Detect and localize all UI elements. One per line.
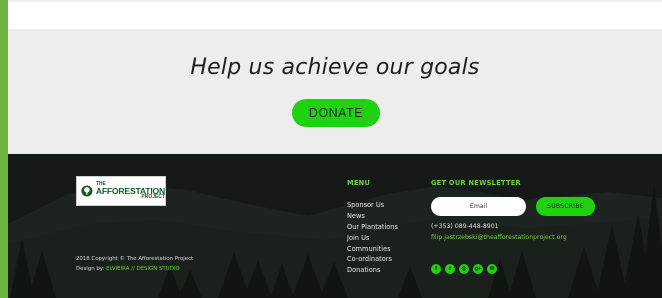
goals-section: Help us achieve our goals DONATE — [8, 29, 662, 154]
subscribe-button[interactable]: SUBSCRIBE — [536, 197, 595, 216]
facebook-icon[interactable]: f — [431, 264, 441, 274]
left-accent-bar — [0, 0, 8, 298]
design-credit: Design by: ELVIEIRA // DESIGN STUDIO — [76, 266, 180, 272]
tree-logo-icon — [81, 185, 93, 197]
afforestation-logo[interactable]: THE AFFORESTATION PROJECT — [76, 176, 166, 206]
social-links: f t ◎ g+ ✉ — [431, 264, 501, 274]
menu-item-communities[interactable]: Communities — [347, 244, 398, 255]
menu-item-our-plantations[interactable]: Our Plantations — [347, 222, 398, 233]
email-icon[interactable]: ✉ — [487, 264, 497, 274]
menu-item-co-ordinators[interactable]: Co-ordinators — [347, 254, 398, 265]
menu-item-donations[interactable]: Donations — [347, 265, 398, 276]
google-plus-icon[interactable]: g+ — [473, 264, 483, 274]
logo-line-3: PROJECT — [141, 194, 165, 201]
footer-menu: Sponsor Us News Our Plantations Join Us … — [347, 200, 398, 276]
contact-email-link[interactable]: filip.jastrzebski@theafforestationprojec… — [431, 234, 567, 241]
newsletter-email-input[interactable] — [431, 197, 526, 216]
contact-phone: (+353) 089-448-8901 — [431, 223, 499, 230]
menu-item-sponsor-us[interactable]: Sponsor Us — [347, 200, 398, 211]
menu-heading: MENU — [347, 179, 371, 187]
donate-button[interactable]: DONATE — [292, 99, 380, 127]
site-footer: THE AFFORESTATION PROJECT 2018 Copyright… — [8, 154, 662, 298]
top-content-strip — [8, 0, 662, 29]
instagram-icon[interactable]: ◎ — [459, 264, 469, 274]
newsletter-heading: GET OUR NEWSLETTER — [431, 179, 521, 187]
copyright-text: 2018 Copyright © The Afforestation Proje… — [76, 256, 194, 262]
menu-item-news[interactable]: News — [347, 211, 398, 222]
twitter-icon[interactable]: t — [445, 264, 455, 274]
goals-heading: Help us achieve our goals — [190, 55, 480, 80]
credit-prefix: Design by: — [76, 266, 105, 272]
menu-item-join-us[interactable]: Join Us — [347, 233, 398, 244]
design-studio-link[interactable]: ELVIEIRA // DESIGN STUDIO — [106, 266, 180, 272]
logo-wordmark: THE AFFORESTATION PROJECT — [96, 181, 165, 201]
top-divider — [8, 0, 662, 2]
